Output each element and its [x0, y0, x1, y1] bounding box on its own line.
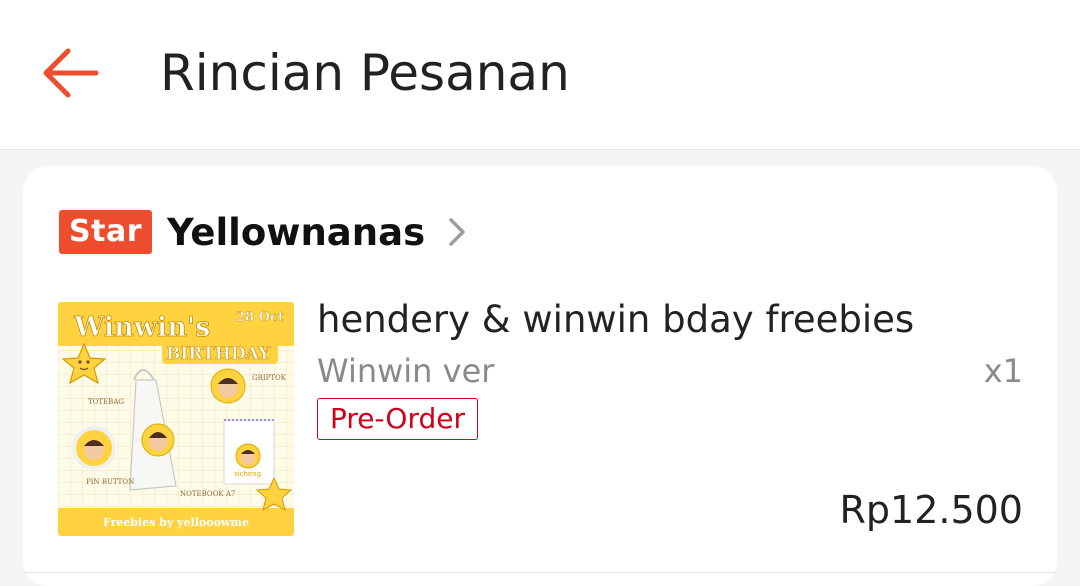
thumb-label-pin: PIN BUTTON [86, 478, 134, 486]
preorder-tag: Pre-Order [317, 398, 478, 440]
app-bar: Rincian Pesanan [0, 0, 1080, 150]
thumb-date: 28 Oct [236, 310, 284, 325]
product-price: Rp12.500 [839, 488, 1024, 532]
star-seller-badge: Star [59, 210, 152, 254]
page-title: Rincian Pesanan [160, 44, 570, 102]
thumb-title: Winwin's [73, 312, 210, 343]
order-item-card: Star Yellownanas Winwin's 28 Oct BIRTHDA… [23, 166, 1057, 586]
product-quantity: x1 [983, 352, 1023, 390]
arrow-left-icon [43, 48, 99, 98]
thumb-subtitle: BIRTHDAY [166, 344, 271, 364]
thumb-label-notebook: NOTEBOOK A7 [180, 490, 235, 498]
product-variant: Winwin ver [317, 352, 495, 390]
thumb-footer: Freebies by yellooowme [103, 516, 249, 529]
product-thumbnail[interactable]: Winwin's 28 Oct BIRTHDAY GRIPTOK TOTEBAG… [58, 302, 294, 536]
thumb-label-sicheng: sicheng [234, 470, 261, 478]
product-name[interactable]: hendery & winwin bday freebies [317, 298, 914, 341]
back-button[interactable] [34, 40, 104, 106]
thumb-label-griptok: GRIPTOK [252, 374, 287, 382]
thumb-label-totebag: TOTEBAG [88, 398, 124, 406]
shop-name: Yellownanas [167, 210, 426, 254]
divider [23, 572, 1057, 573]
shop-header[interactable]: Star Yellownanas [59, 210, 467, 254]
chevron-right-icon [447, 216, 467, 248]
